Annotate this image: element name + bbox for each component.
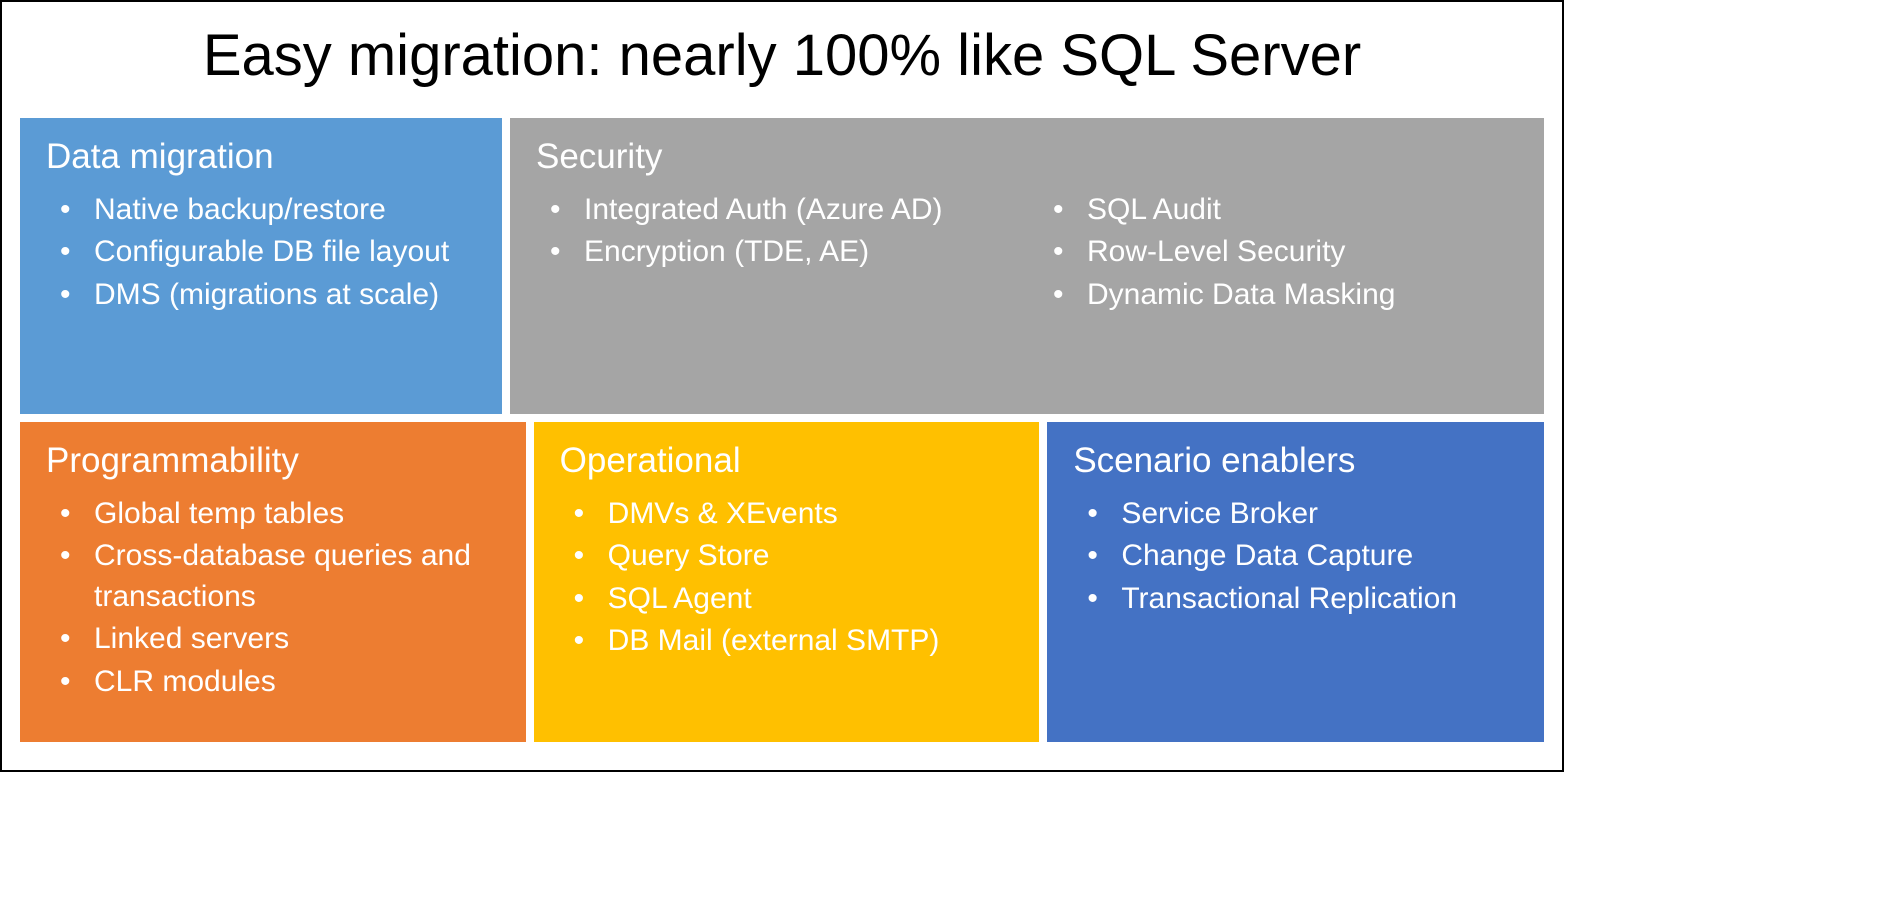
bullet-list: Integrated Auth (Azure AD) Encryption (T… [536,190,1019,273]
grid-wrapper: Data migration Native backup/restore Con… [2,118,1562,770]
card-data-migration: Data migration Native backup/restore Con… [20,118,502,414]
row-top: Data migration Native backup/restore Con… [20,118,1544,414]
list-item: Query Store [560,536,1018,577]
list-item: SQL Audit [1039,190,1522,231]
card-col: Native backup/restore Configurable DB fi… [46,190,480,318]
card-col: Service Broker Change Data Capture Trans… [1073,494,1522,622]
list-item: DMS (migrations at scale) [46,275,480,316]
card-programmability: Programmability Global temp tables Cross… [20,422,526,742]
list-item: Linked servers [46,619,504,660]
card-operational: Operational DMVs & XEvents Query Store S… [534,422,1040,742]
slide-container: Easy migration: nearly 100% like SQL Ser… [0,0,1564,772]
list-item: Row-Level Security [1039,232,1522,273]
card-body: Native backup/restore Configurable DB fi… [46,190,480,318]
list-item: Dynamic Data Masking [1039,275,1522,316]
row-bottom: Programmability Global temp tables Cross… [20,422,1544,742]
card-col-2: SQL Audit Row-Level Security Dynamic Dat… [1039,190,1522,318]
card-title-operational: Operational [560,440,1018,482]
list-item: Service Broker [1073,494,1522,535]
list-item: Transactional Replication [1073,579,1522,620]
card-col: DMVs & XEvents Query Store SQL Agent DB … [560,494,1018,664]
bullet-list: Native backup/restore Configurable DB fi… [46,190,480,316]
card-security: Security Integrated Auth (Azure AD) Encr… [510,118,1544,414]
card-title-programmability: Programmability [46,440,504,482]
card-body: DMVs & XEvents Query Store SQL Agent DB … [560,494,1018,664]
list-item: Encryption (TDE, AE) [536,232,1019,273]
card-col: Global temp tables Cross-database querie… [46,494,504,705]
list-item: CLR modules [46,662,504,703]
card-body: Service Broker Change Data Capture Trans… [1073,494,1522,622]
card-body: Integrated Auth (Azure AD) Encryption (T… [536,190,1522,318]
bullet-list: Service Broker Change Data Capture Trans… [1073,494,1522,620]
card-scenario-enablers: Scenario enablers Service Broker Change … [1047,422,1544,742]
list-item: SQL Agent [560,579,1018,620]
list-item: DMVs & XEvents [560,494,1018,535]
slide-title: Easy migration: nearly 100% like SQL Ser… [2,2,1562,118]
list-item: Change Data Capture [1073,536,1522,577]
card-title-data-migration: Data migration [46,136,480,178]
card-title-scenario: Scenario enablers [1073,440,1522,482]
list-item: Native backup/restore [46,190,480,231]
list-item: Configurable DB file layout [46,232,480,273]
list-item: Global temp tables [46,494,504,535]
card-body: Global temp tables Cross-database querie… [46,494,504,705]
card-col-1: Integrated Auth (Azure AD) Encryption (T… [536,190,1019,318]
bullet-list: DMVs & XEvents Query Store SQL Agent DB … [560,494,1018,662]
list-item: DB Mail (external SMTP) [560,621,1018,662]
bullet-list: Global temp tables Cross-database querie… [46,494,504,703]
list-item: Integrated Auth (Azure AD) [536,190,1019,231]
bullet-list: SQL Audit Row-Level Security Dynamic Dat… [1039,190,1522,316]
card-title-security: Security [536,136,1522,178]
list-item: Cross-database queries and transactions [46,536,504,617]
